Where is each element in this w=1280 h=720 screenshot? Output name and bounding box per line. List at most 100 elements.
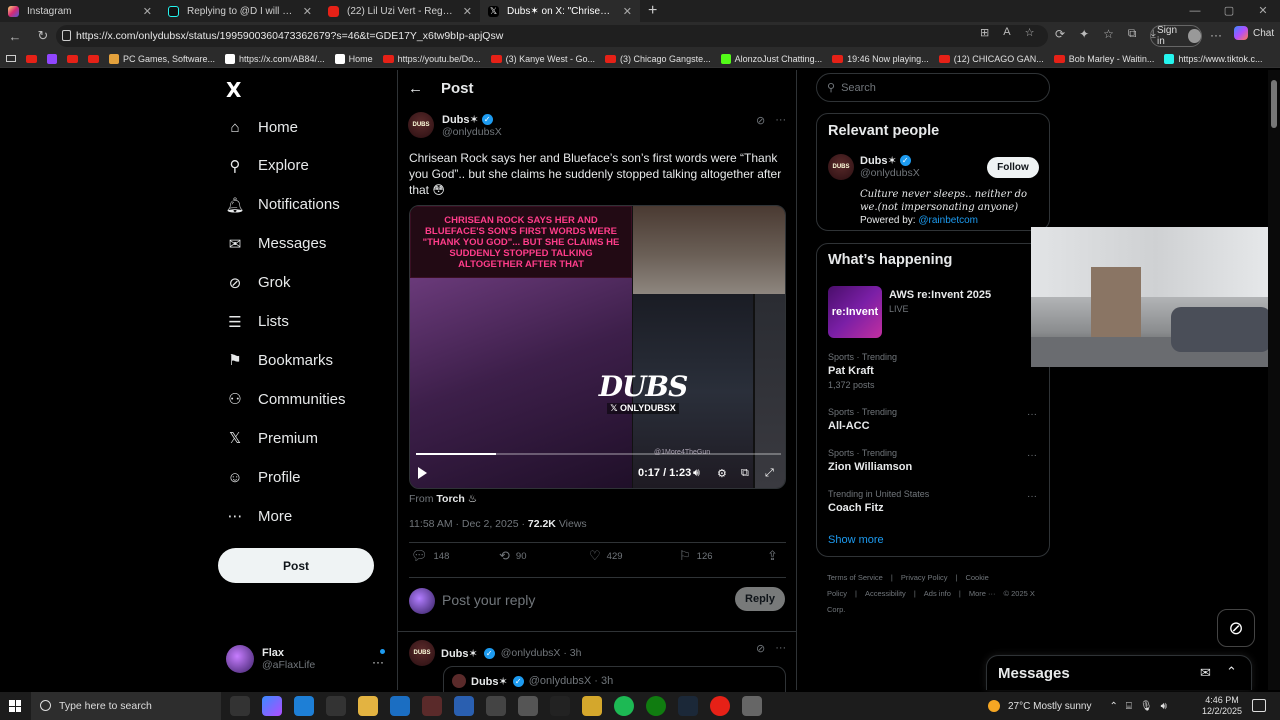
app-icon[interactable] (486, 696, 506, 716)
nav-communities[interactable]: ⚇ Communities (226, 384, 345, 414)
bookmark-item[interactable]: https://www.tiktok.c... (1164, 53, 1262, 64)
footer-link[interactable]: Ads info (924, 589, 951, 598)
footer-link[interactable]: Accessibility (865, 589, 906, 598)
event-image[interactable]: re:Invent (828, 286, 882, 338)
close-icon[interactable]: ✕ (143, 5, 152, 18)
nav-messages[interactable]: ✉ Messages (226, 229, 327, 259)
bookmark-item[interactable]: (3) Chicago Gangste... (605, 54, 711, 64)
nav-explore[interactable]: ⚲ Explore (226, 151, 309, 181)
new-tab-icon[interactable]: + (648, 2, 657, 20)
share-button[interactable]: ⇪ (767, 548, 778, 564)
from-source-link[interactable]: Torch ♨ (436, 493, 477, 505)
back-arrow-icon[interactable]: ← (408, 80, 423, 97)
picture-in-picture-video[interactable] (1031, 227, 1280, 367)
browser-tab-youtube[interactable]: (22) Lil Uzi Vert - Regular - [Offici ✕ (320, 0, 480, 22)
copilot-app-icon[interactable] (262, 696, 282, 716)
bookmark-item[interactable] (26, 54, 37, 63)
volume-icon[interactable]: 🔊︎ (693, 467, 700, 480)
nav-bookmarks[interactable]: ⚑ Bookmarks (226, 345, 333, 375)
bookmark-item[interactable]: (12) CHICAGO GAN... (938, 54, 1044, 64)
nav-profile[interactable]: ☺ Profile (226, 462, 300, 492)
store-icon[interactable] (326, 696, 346, 716)
xbox-icon[interactable] (646, 696, 666, 716)
bookmark-item[interactable]: Home (334, 53, 373, 64)
spotify-icon[interactable] (614, 696, 634, 716)
browser-tab-instagram[interactable]: Instagram ✕ (0, 0, 160, 22)
video-player[interactable]: CHRISEAN ROCK SAYS HER AND BLUEFACE'S SO… (409, 205, 786, 489)
scrollbar-thumb[interactable] (1271, 80, 1277, 128)
grok-float-button[interactable]: ⊘ (1217, 609, 1255, 647)
post-author[interactable]: DUBS Dubs✶ ✓ @onlydubsX (408, 112, 502, 138)
bookmark-item[interactable]: Bob Marley - Waitin... (1053, 54, 1154, 64)
notification-center-icon[interactable] (1252, 699, 1266, 712)
app-icon[interactable] (454, 696, 474, 716)
bookmark-folder-icon[interactable] (6, 55, 16, 62)
file-explorer-icon[interactable] (358, 696, 378, 716)
back-icon[interactable]: ← (4, 29, 26, 44)
bookmark-item[interactable] (67, 54, 78, 63)
expand-icon[interactable]: ⌃ (1226, 664, 1237, 680)
bookmark-item[interactable]: 19:46 Now playing... (832, 54, 929, 64)
relevant-user[interactable]: DUBS Dubs✶ ✓ @onlydubsX (828, 154, 920, 180)
more-icon[interactable]: ··· (775, 114, 786, 127)
nav-home[interactable]: ⌂ Home (226, 112, 298, 142)
search-input[interactable]: ⚲ Search (816, 73, 1050, 102)
like-button[interactable]: ♡ 429 (589, 548, 623, 564)
browser-tab-x[interactable]: 𝕏 Dubs✶ on X: "Chrisean Rock says ✕ (480, 0, 640, 22)
nav-grok[interactable]: ⊘ Grok (226, 268, 291, 298)
grok-icon[interactable]: ⊘ (756, 642, 765, 655)
weather-text[interactable]: 27°C Mostly sunny (1008, 701, 1091, 712)
app-icon[interactable] (582, 696, 602, 716)
browser-app-icon[interactable] (710, 696, 730, 716)
bio-link[interactable]: @rainbetcom (918, 215, 978, 226)
network-icon[interactable]: ⌸ (1126, 701, 1132, 712)
messages-drawer[interactable]: Messages ✉ ⌃ (986, 655, 1252, 690)
favorites-icon[interactable]: ☆ (1103, 27, 1114, 41)
bookmark-item[interactable]: https://youtu.be/Do... (382, 54, 481, 64)
sign-in-button[interactable]: Sign in (1150, 25, 1202, 47)
game-icon[interactable] (422, 696, 442, 716)
shield-icon[interactable] (742, 696, 762, 716)
favorite-star-icon[interactable]: ☆ (1025, 26, 1035, 39)
nav-notifications[interactable]: 🔔︎ Notifications (225, 190, 339, 220)
avatar[interactable]: DUBS (408, 112, 434, 138)
app-icon[interactable] (550, 696, 570, 716)
speaker-icon[interactable]: 🔊︎ (1161, 701, 1167, 712)
bookmark-item[interactable] (88, 54, 99, 63)
microphone-icon[interactable]: 🎙︎ (1140, 701, 1153, 712)
collections-icon[interactable]: ⧉ (1128, 26, 1137, 41)
reply-input[interactable]: Post your reply (442, 592, 535, 608)
trend-more-icon[interactable]: ··· (1027, 491, 1037, 502)
window-close-icon[interactable]: ✕ (1246, 0, 1280, 22)
bookmark-item[interactable] (47, 53, 57, 64)
reply-button[interactable]: 💬︎ 148 (411, 548, 449, 564)
scrollbar[interactable] (1268, 70, 1280, 690)
avatar[interactable]: DUBS (409, 640, 435, 666)
settings-gear-icon[interactable]: ⚙ (717, 467, 727, 480)
mail-icon[interactable] (390, 696, 410, 716)
tray-overflow-icon[interactable]: ⌃ (1109, 701, 1117, 712)
trend-item[interactable]: Trending in United States Coach Fitz (828, 489, 1038, 514)
trend-item[interactable]: Sports · Trending All-ACC (828, 407, 1038, 432)
nav-more[interactable]: ⋯ More (226, 501, 293, 531)
bookmark-item[interactable]: AlonzoJust Chatting... (720, 53, 822, 64)
trend-more-icon[interactable]: ··· (1027, 409, 1037, 420)
start-button[interactable] (0, 692, 30, 720)
reply-submit-button[interactable]: Reply (735, 587, 785, 611)
new-message-icon[interactable]: ✉ (1200, 665, 1211, 681)
browser-menu-icon[interactable]: ··· (1210, 28, 1222, 42)
account-switcher[interactable]: Flax @aFlaxLife (226, 645, 315, 673)
address-bar[interactable]: https://x.com/onlydubsx/status/199590036… (56, 25, 1048, 47)
extension-icon[interactable]: ✦ (1079, 27, 1089, 41)
edge-icon[interactable] (294, 696, 314, 716)
footer-link[interactable]: Terms of Service (827, 573, 883, 582)
close-icon[interactable]: ✕ (623, 5, 632, 18)
video-progress-bar[interactable] (416, 453, 781, 455)
refresh-extension-icon[interactable]: ⟳ (1055, 27, 1065, 41)
bookmark-item[interactable]: (3) Kanye West - Go... (490, 54, 595, 64)
repost-button[interactable]: ⟲ 90 (499, 548, 526, 564)
footer-link[interactable]: More ··· (969, 589, 996, 598)
x-logo-icon[interactable]: X (226, 78, 241, 102)
close-icon[interactable]: ✕ (303, 5, 312, 18)
taskbar-search[interactable]: Type here to search (31, 692, 221, 720)
